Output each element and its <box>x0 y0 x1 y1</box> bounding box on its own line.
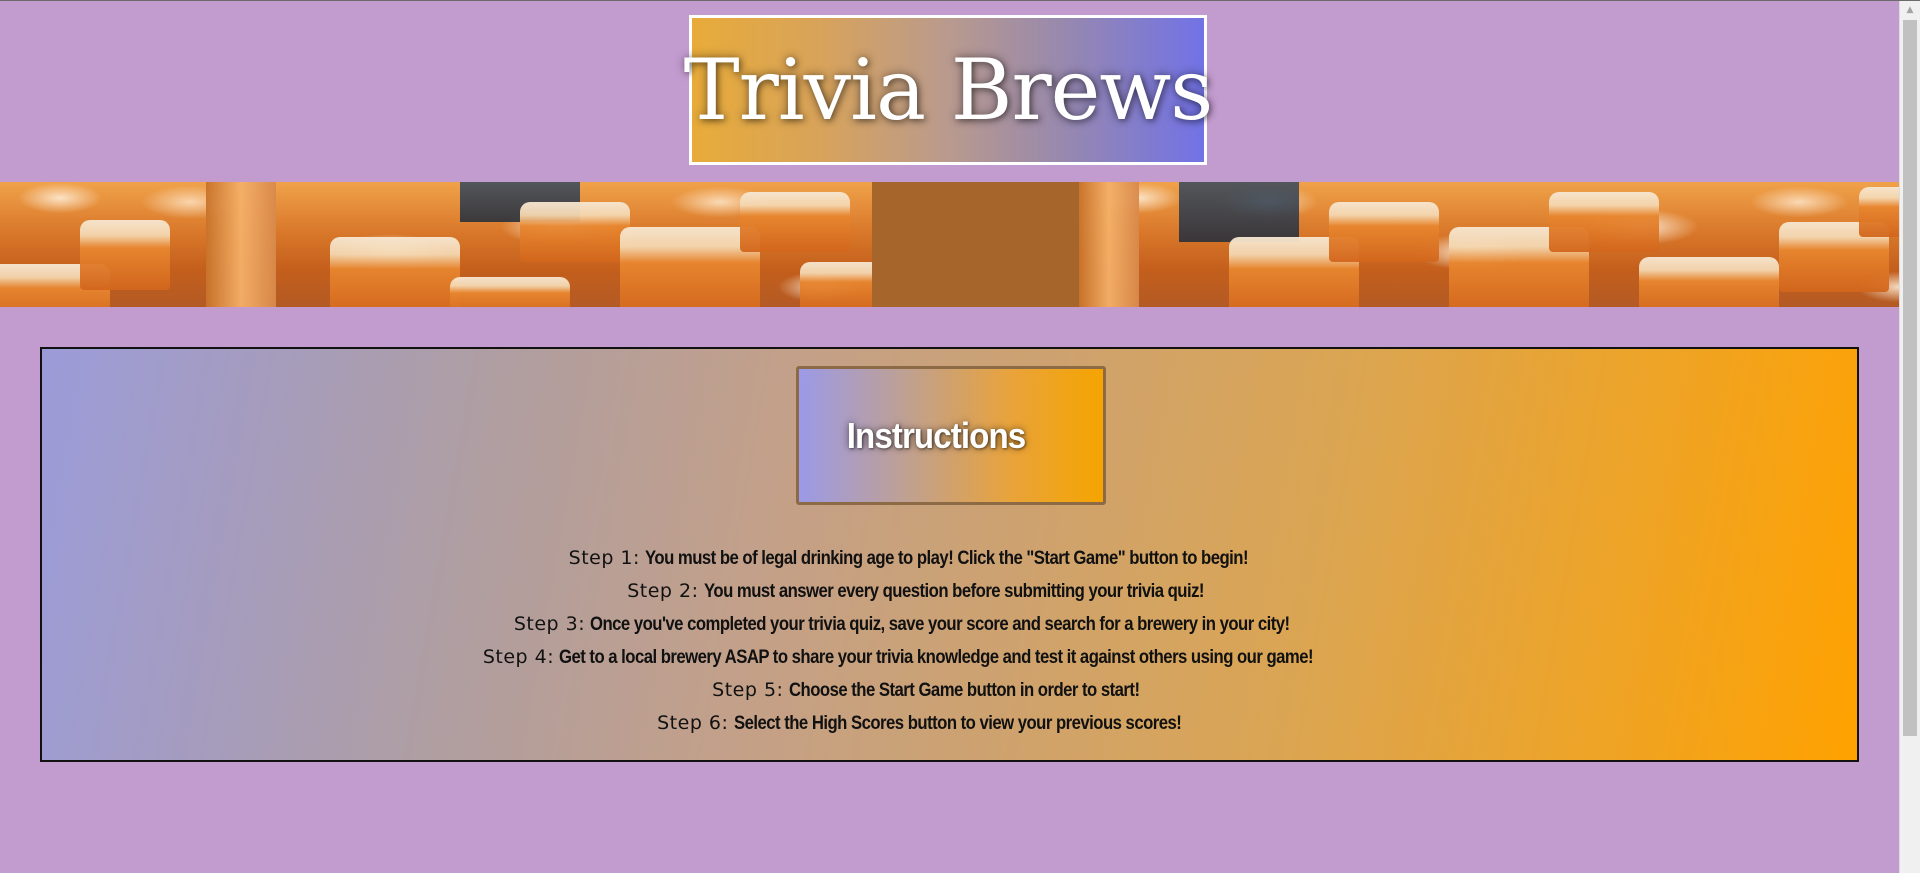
step-label: Step 5: <box>712 679 784 701</box>
step-text: Select the High Scores button to view yo… <box>733 713 1182 734</box>
instruction-step: Step 5: Choose the Start Game button in … <box>42 674 1857 707</box>
instructions-heading: Instructions <box>846 414 1026 456</box>
step-label: Step 1: <box>568 547 640 569</box>
step-text: Choose the Start Game button in order to… <box>788 680 1140 701</box>
scroll-up-arrow-icon[interactable]: ▲ <box>1900 1 1920 18</box>
instructions-heading-box: Instructions <box>796 366 1106 505</box>
step-text: Get to a local brewery ASAP to share you… <box>559 647 1314 668</box>
instruction-step: Step 4: Get to a local brewery ASAP to s… <box>42 641 1857 674</box>
step-text: You must be of legal drinking age to pla… <box>645 548 1249 569</box>
instruction-step: Step 6: Select the High Scores button to… <box>42 707 1857 740</box>
instructions-panel: Instructions Step 1: You must be of lega… <box>40 347 1859 762</box>
instruction-step: Step 1: You must be of legal drinking ag… <box>42 542 1857 575</box>
step-label: Step 6: <box>657 712 729 734</box>
step-label: Step 4: <box>482 646 555 668</box>
site-title: Trivia Brews <box>683 41 1214 139</box>
step-text: Once you've completed your trivia quiz, … <box>590 614 1290 635</box>
beer-banner-image <box>0 182 1899 307</box>
vertical-scrollbar[interactable]: ▲ <box>1899 1 1920 873</box>
banner-photo-tile <box>1079 182 1899 307</box>
instructions-steps: Step 1: You must be of legal drinking ag… <box>42 542 1857 740</box>
page: Trivia Brews Instructions Step 1: You mu… <box>0 1 1899 873</box>
instruction-step: Step 3: Once you've completed your trivi… <box>42 608 1857 641</box>
step-label: Step 3: <box>513 613 586 635</box>
step-label: Step 2: <box>627 580 699 602</box>
instruction-step: Step 2: You must answer every question b… <box>42 575 1857 608</box>
banner-photo-tile <box>0 182 872 307</box>
site-title-box: Trivia Brews <box>684 15 1213 165</box>
scrollbar-thumb[interactable] <box>1903 20 1917 736</box>
step-text: You must answer every question before su… <box>703 581 1205 602</box>
